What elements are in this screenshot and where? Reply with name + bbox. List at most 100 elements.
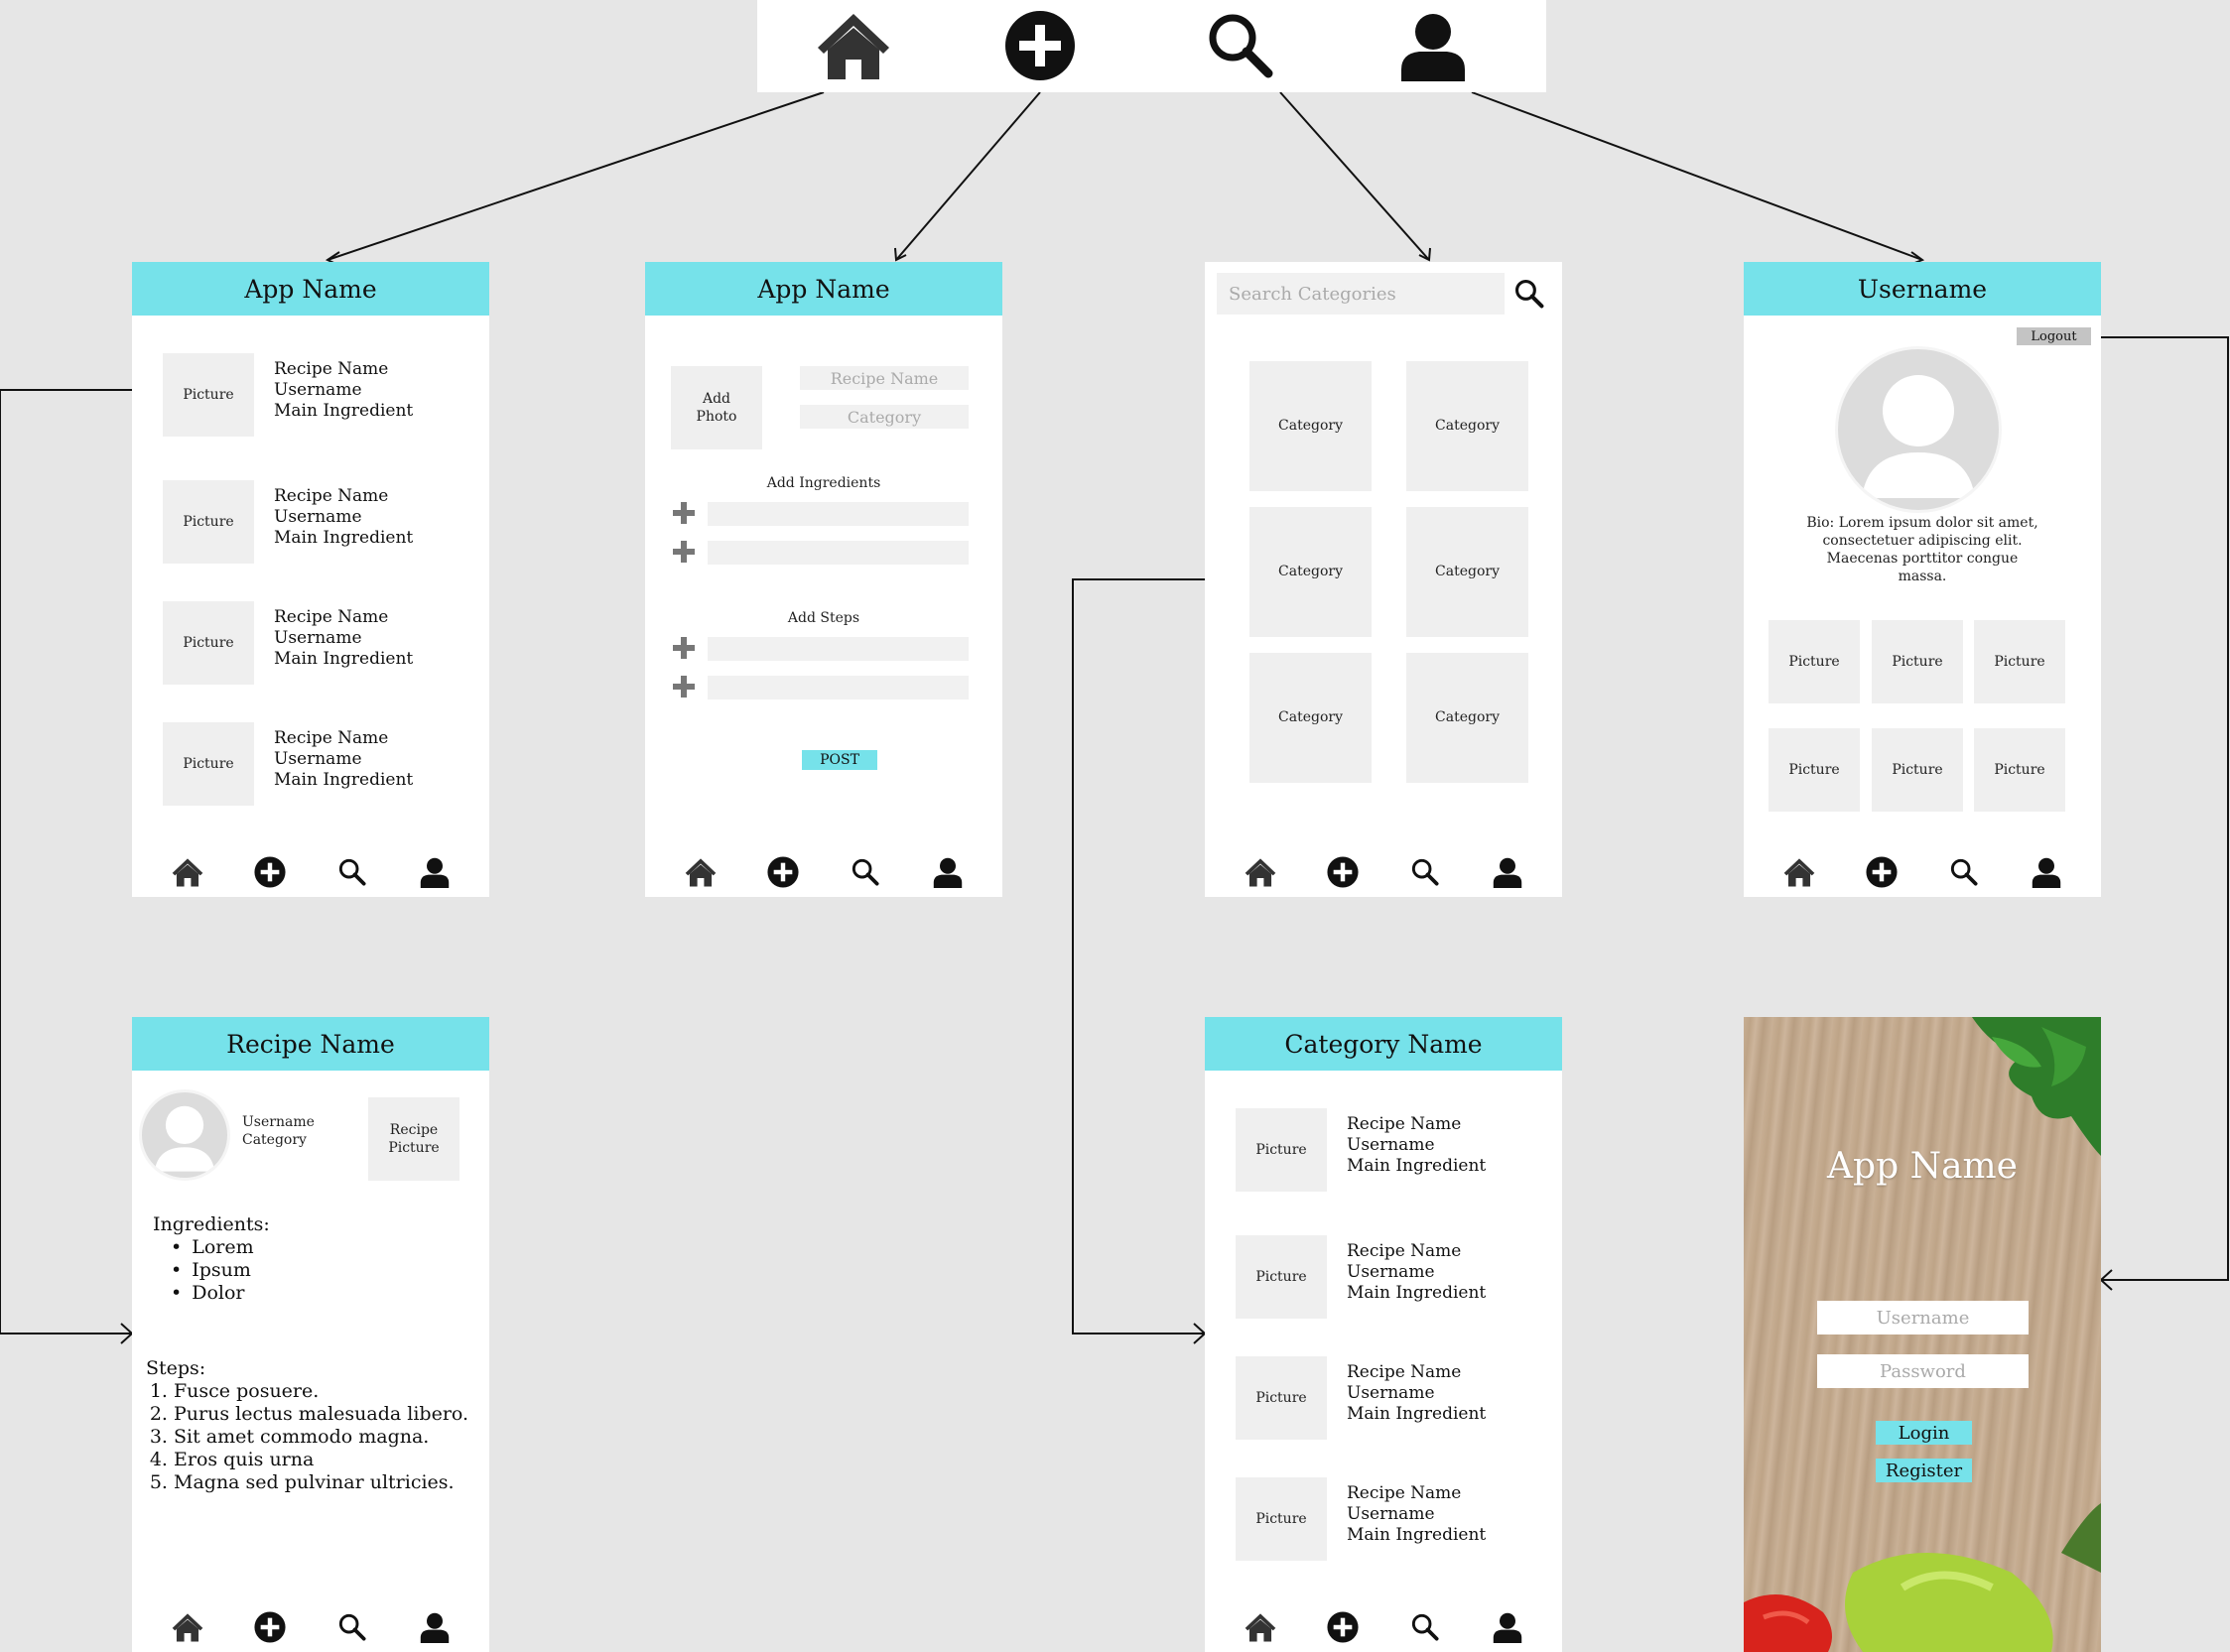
recipe-username: Username — [1347, 1135, 1435, 1155]
add-photo-button[interactable]: Add Photo — [671, 366, 762, 449]
add-ingredient-icon[interactable] — [671, 539, 697, 565]
search-icon[interactable] — [1407, 854, 1443, 890]
ingredient-input[interactable] — [708, 541, 969, 565]
logout-button[interactable]: Logout — [2017, 327, 2091, 345]
home-icon[interactable] — [170, 854, 205, 890]
bottom-nav — [132, 852, 489, 892]
home-icon[interactable] — [1243, 1609, 1278, 1645]
steps-section: Steps: Fusce posuere. Purus lectus males… — [146, 1357, 468, 1494]
ingredient-item: Ipsum — [171, 1259, 270, 1282]
profile-picture-tile[interactable]: Picture — [1769, 620, 1860, 703]
category-tile[interactable]: Category — [1249, 361, 1372, 491]
recipe-main-ingredient: Main Ingredient — [1347, 1156, 1487, 1176]
login-app-title: App Name — [1827, 1146, 2018, 1187]
recipe-name: Recipe Name — [1347, 1241, 1462, 1261]
recipe-name: Recipe Name — [274, 607, 389, 627]
post-button[interactable]: POST — [802, 750, 877, 770]
recipe-category: Category — [242, 1132, 307, 1148]
category-tile[interactable]: Category — [1406, 507, 1528, 637]
recipe-header: Recipe Name — [132, 1017, 489, 1071]
profile-picture-tile[interactable]: Picture — [1872, 728, 1963, 812]
recipe-name-input[interactable]: Recipe Name — [800, 366, 969, 390]
add-circle-icon[interactable] — [1000, 8, 1080, 83]
user-icon[interactable] — [1490, 1609, 1525, 1645]
profile-picture-tile[interactable]: Picture — [1872, 620, 1963, 703]
add-step-icon[interactable] — [671, 674, 697, 699]
search-categories-input[interactable]: Search Categories — [1217, 273, 1505, 315]
recipe-name: Recipe Name — [274, 359, 389, 379]
add-ingredient-icon[interactable] — [671, 500, 697, 526]
search-icon[interactable] — [1407, 1609, 1443, 1645]
password-input[interactable]: Password — [1817, 1354, 2029, 1388]
username-input[interactable]: Username — [1817, 1301, 2029, 1334]
step-item: Eros quis urna — [174, 1449, 468, 1471]
ingredients-title: Ingredients: — [153, 1213, 270, 1235]
search-icon[interactable] — [334, 854, 370, 890]
top-navigation-bar — [757, 0, 1546, 92]
bottom-nav — [1744, 852, 2101, 892]
add-steps-label: Add Steps — [787, 610, 860, 626]
search-icon[interactable] — [1513, 278, 1545, 310]
add-step-icon[interactable] — [671, 635, 697, 661]
search-icon[interactable] — [1946, 854, 1982, 890]
home-icon[interactable] — [1781, 854, 1817, 890]
home-icon[interactable] — [683, 854, 719, 890]
recipe-main-ingredient: Main Ingredient — [1347, 1404, 1487, 1424]
ingredient-item: Lorem — [171, 1236, 270, 1259]
recipe-detail-screen: Recipe Name Username Category Recipe Pic… — [132, 1017, 489, 1652]
recipe-main-ingredient: Main Ingredient — [274, 770, 414, 790]
profile-picture-tile[interactable]: Picture — [1769, 728, 1860, 812]
step-input[interactable] — [708, 676, 969, 699]
category-header: Category Name — [1205, 1017, 1562, 1071]
recipe-username: Username — [274, 380, 362, 400]
ingredient-input[interactable] — [708, 502, 969, 526]
recipe-picture: Picture — [1236, 1108, 1327, 1192]
recipe-main-ingredient: Main Ingredient — [274, 649, 414, 669]
add-header: App Name — [645, 262, 1002, 316]
login-button[interactable]: Login — [1876, 1421, 1972, 1445]
recipe-name: Recipe Name — [1347, 1483, 1462, 1503]
category-tile[interactable]: Category — [1406, 653, 1528, 783]
home-icon[interactable] — [814, 8, 893, 83]
add-circle-icon[interactable] — [765, 854, 801, 890]
recipe-picture: Picture — [1236, 1477, 1327, 1561]
user-icon[interactable] — [417, 1609, 453, 1645]
register-button[interactable]: Register — [1876, 1459, 1972, 1482]
user-icon[interactable] — [2029, 854, 2064, 890]
recipe-username: Username — [274, 628, 362, 648]
search-icon[interactable] — [1201, 8, 1280, 83]
profile-picture-tile[interactable]: Picture — [1974, 620, 2065, 703]
vegetable-background-image — [1744, 1017, 2101, 1652]
recipe-username: Username — [274, 749, 362, 769]
step-input[interactable] — [708, 637, 969, 661]
recipe-picture: Picture — [163, 480, 254, 564]
recipe-main-ingredient: Main Ingredient — [1347, 1525, 1487, 1545]
category-tile[interactable]: Category — [1249, 507, 1372, 637]
home-icon[interactable] — [170, 1609, 205, 1645]
home-screen: App Name Picture Recipe Name Username Main… — [132, 262, 489, 897]
add-circle-icon[interactable] — [252, 1609, 288, 1645]
ingredient-item: Dolor — [171, 1282, 270, 1305]
recipe-username: Username — [1347, 1383, 1435, 1403]
profile-picture-tile[interactable]: Picture — [1974, 728, 2065, 812]
recipe-main-ingredient: Main Ingredient — [274, 528, 414, 548]
user-icon[interactable] — [1393, 8, 1473, 83]
recipe-main-ingredient: Main Ingredient — [274, 401, 414, 421]
category-tile[interactable]: Category — [1406, 361, 1528, 491]
home-icon[interactable] — [1243, 854, 1278, 890]
add-circle-icon[interactable] — [1325, 854, 1361, 890]
user-icon[interactable] — [1490, 854, 1525, 890]
search-icon[interactable] — [334, 1609, 370, 1645]
bottom-nav — [132, 1607, 489, 1647]
add-ingredients-label: Add Ingredients — [766, 475, 881, 491]
category-tile[interactable]: Category — [1249, 653, 1372, 783]
recipe-username: Username — [1347, 1504, 1435, 1524]
add-circle-icon[interactable] — [252, 854, 288, 890]
add-circle-icon[interactable] — [1325, 1609, 1361, 1645]
search-icon[interactable] — [848, 854, 883, 890]
user-icon[interactable] — [417, 854, 453, 890]
recipe-username: Username — [1347, 1262, 1435, 1282]
category-input[interactable]: Category — [800, 405, 969, 429]
user-icon[interactable] — [930, 854, 966, 890]
add-circle-icon[interactable] — [1864, 854, 1900, 890]
